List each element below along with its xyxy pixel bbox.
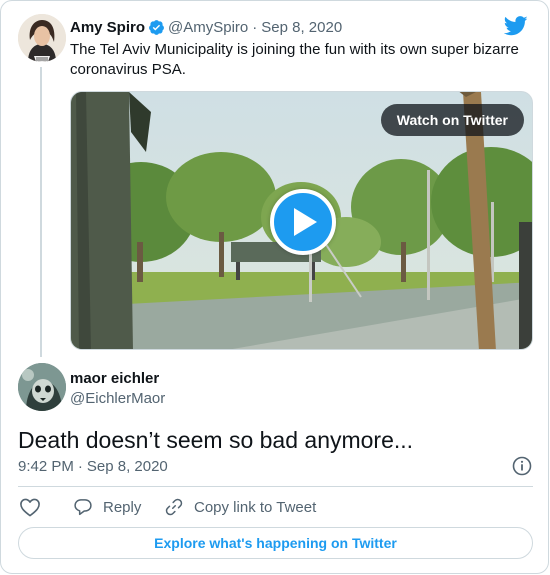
parent-author-handle[interactable]: @AmySpiro [168, 19, 248, 36]
link-icon [165, 498, 183, 516]
play-button[interactable] [270, 189, 336, 255]
watch-on-twitter-button[interactable]: Watch on Twitter [380, 104, 524, 136]
play-icon [294, 208, 317, 236]
parent-tweet-date[interactable]: Sep 8, 2020 [261, 19, 342, 36]
parent-author-name[interactable]: Amy Spiro [70, 19, 145, 36]
copy-link-label: Copy link to Tweet [194, 498, 317, 516]
like-button[interactable] [19, 496, 51, 518]
parent-tweet-text: The Tel Aviv Municipality is joining the… [70, 41, 519, 78]
main-author-name[interactable]: maor eichler [70, 370, 159, 387]
header-separator: · [252, 18, 258, 36]
verified-badge-icon [149, 19, 164, 35]
avatar-amy-spiro[interactable] [18, 14, 66, 62]
heart-icon [20, 498, 40, 517]
reply-label: Reply [103, 498, 142, 516]
tweet-date: Sep 8, 2020 [86, 458, 168, 475]
explore-twitter-button[interactable]: Explore what's happening on Twitter [18, 527, 533, 559]
parent-tweet-header: Amy Spiro @AmySpiro · Sep 8, 2020 [70, 17, 342, 37]
info-icon[interactable] [512, 456, 532, 476]
tweet-timestamp[interactable]: 9:42 PM · Sep 8, 2020 [18, 458, 168, 475]
copy-link-button[interactable]: Copy link to Tweet [164, 496, 316, 518]
tweet-time: 9:42 PM [18, 458, 74, 475]
avatar-maor-eichler[interactable] [18, 363, 66, 411]
video-player[interactable]: Watch on Twitter [70, 91, 533, 350]
twitter-bird-icon[interactable] [504, 15, 528, 37]
embedded-tweet-card: Amy Spiro @AmySpiro · Sep 8, 2020 The Te… [0, 0, 549, 574]
timestamp-separator: · [77, 458, 83, 475]
reply-bubble-icon [74, 499, 92, 516]
main-tweet-text: Death doesn’t seem so bad anymore... [18, 427, 414, 453]
main-author-handle[interactable]: @EichlerMaor [70, 390, 165, 407]
thread-connector-line [40, 67, 42, 357]
actions-divider [18, 486, 533, 487]
reply-button[interactable]: Reply [73, 496, 141, 518]
